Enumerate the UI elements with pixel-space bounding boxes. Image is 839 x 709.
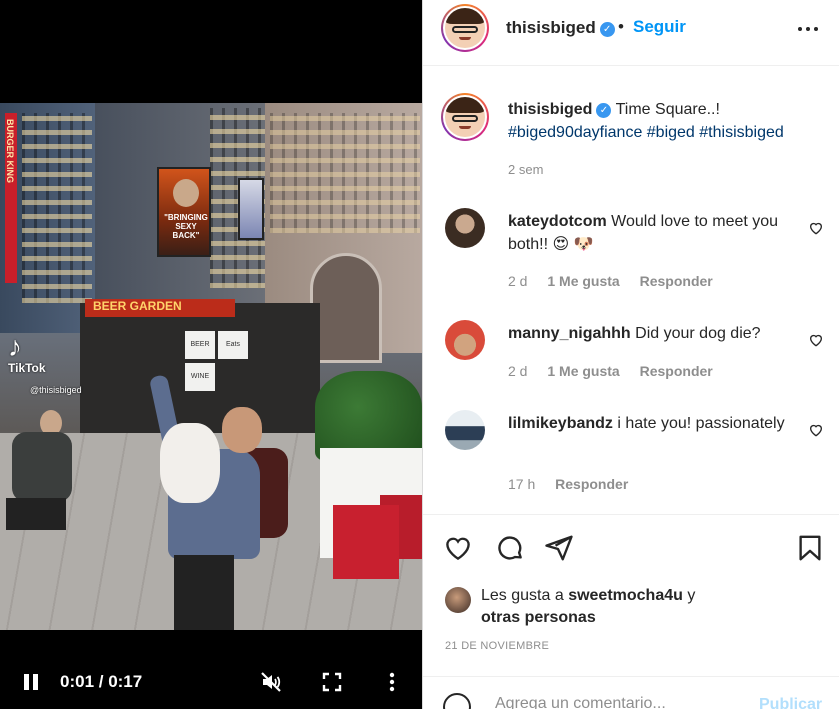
comment-time[interactable]: 17 h	[508, 476, 535, 492]
seated-man	[2, 408, 77, 533]
tiktok-user: @thisisbiged	[30, 385, 82, 395]
comment-meta: 17 h Responder	[508, 476, 644, 492]
commenter-username[interactable]: lilmikeybandz	[508, 415, 613, 432]
caption: thisisbiged ✓ Time Square..! #biged90dayf…	[423, 90, 839, 190]
commenter-avatar[interactable]	[445, 320, 485, 360]
heart-icon	[809, 334, 823, 347]
save-button[interactable]	[795, 533, 825, 563]
reply-button[interactable]: Responder	[640, 273, 713, 289]
post-sidebar: thisisbiged ✓ • Seguir thisisbiged ✓ Time …	[422, 0, 839, 709]
commenter-username[interactable]: kateydotcom	[508, 213, 607, 230]
liker-avatar[interactable]	[445, 587, 471, 613]
fullscreen-button[interactable]	[320, 670, 344, 694]
building-left-windows	[22, 113, 92, 303]
comment-likes[interactable]: 1 Me gusta	[547, 273, 619, 289]
mute-button[interactable]	[259, 670, 283, 694]
video-player[interactable]: BURGER KING "BRINGING SEXY BACK" BEER GA…	[0, 0, 422, 709]
comment-time[interactable]: 2 d	[508, 363, 527, 379]
time-display: 0:01 / 0:17	[60, 672, 143, 691]
comment-body: i hate you! passionately	[617, 415, 785, 432]
separator-dot: •	[618, 17, 624, 36]
comment-item: kateydotcom Would love to meet you both!…	[423, 208, 839, 303]
heart-icon	[809, 222, 823, 235]
verified-badge-icon: ✓	[599, 22, 615, 37]
comment-body: Did your dog die?	[635, 325, 761, 342]
paramount-arch	[310, 253, 382, 363]
bookmark-icon	[799, 535, 821, 561]
comment-button[interactable]	[495, 533, 525, 563]
comment-input[interactable]	[495, 695, 745, 709]
share-button[interactable]	[544, 533, 574, 563]
comment-bubble-icon	[498, 536, 522, 560]
like-button[interactable]	[443, 533, 473, 563]
kiosk-panel-wine: WINE	[185, 363, 215, 391]
reply-button[interactable]: Responder	[640, 363, 713, 379]
billboard-small	[238, 178, 264, 240]
comment-like-button[interactable]	[808, 332, 824, 348]
fullscreen-icon	[322, 672, 342, 692]
speaker-muted-icon	[261, 672, 281, 692]
tiktok-logo-icon: ♪	[8, 331, 22, 362]
commenter-avatar[interactable]	[445, 208, 485, 248]
red-bench	[333, 505, 399, 579]
more-dots-icon	[798, 27, 802, 31]
follow-button[interactable]: Seguir	[633, 17, 686, 37]
comment-item: manny_nigahhh Did your dog die? 2 d 1 Me…	[423, 320, 839, 400]
comment-text: manny_nigahhh Did your dog die?	[508, 322, 798, 345]
comment-time[interactable]: 2 d	[508, 273, 527, 289]
post-actions	[423, 514, 839, 581]
caption-timestamp[interactable]: 2 sem	[508, 162, 543, 177]
comment-meta: 2 d 1 Me gusta Responder	[508, 273, 729, 289]
tiktok-watermark: ♪ TikTok @thisisbiged	[8, 331, 82, 396]
billboard-face	[173, 179, 199, 207]
comment-text: kateydotcom Would love to meet you both!…	[508, 210, 798, 256]
post-options-button[interactable]	[795, 18, 821, 38]
caption-username[interactable]: thisisbiged	[508, 101, 592, 118]
kiosk-panel-beer: BEER	[185, 331, 215, 359]
likes-text: Les gusta a sweetmocha4u y otras persona…	[481, 587, 696, 626]
kiosk-sign: BEER GARDEN	[85, 299, 235, 317]
author-username[interactable]: thisisbiged ✓	[506, 18, 615, 38]
comment-likes[interactable]: 1 Me gusta	[547, 363, 619, 379]
vertical-dots-icon	[389, 672, 395, 692]
commenter-username[interactable]: manny_nigahhh	[508, 325, 631, 342]
comment-like-button[interactable]	[808, 220, 824, 236]
post-date[interactable]: 21 DE NOVIEMBRE	[445, 640, 549, 652]
heart-icon	[446, 537, 470, 561]
tiktok-brand: TikTok	[8, 361, 46, 375]
comment-meta: 2 d 1 Me gusta Responder	[508, 363, 729, 379]
caption-hashtags[interactable]: #biged90dayfiance #biged #thisisbiged	[508, 124, 784, 141]
caption-avatar[interactable]	[441, 93, 489, 141]
verified-badge-icon: ✓	[596, 103, 612, 118]
author-avatar[interactable]	[441, 4, 489, 52]
comment-composer: Publicar	[423, 676, 839, 709]
comment-item: lilmikeybandz i hate you! passionately 1…	[423, 410, 839, 500]
caption-body: Time Square..!	[615, 101, 720, 118]
video-controls: 0:01 / 0:17	[0, 660, 422, 704]
reply-button[interactable]: Responder	[555, 476, 628, 492]
billboard: "BRINGING SEXY BACK"	[157, 167, 211, 257]
post-header: thisisbiged ✓ • Seguir	[423, 0, 839, 66]
pause-button[interactable]	[22, 674, 40, 690]
kiosk-panel-eats: Eats	[218, 331, 248, 359]
video-more-options-button[interactable]	[380, 670, 404, 694]
commenter-avatar[interactable]	[445, 410, 485, 450]
author-username-text[interactable]: thisisbiged	[506, 18, 596, 37]
other-likers-link[interactable]: otras personas	[481, 609, 596, 626]
caption-text: thisisbiged ✓ Time Square..! #biged90dayf…	[508, 98, 828, 144]
heart-icon	[809, 424, 823, 437]
building-right-windows	[270, 113, 420, 233]
emoji-picker-button[interactable]	[443, 693, 471, 709]
white-dog	[160, 423, 220, 503]
video-frame[interactable]: BURGER KING "BRINGING SEXY BACK" BEER GA…	[0, 103, 422, 630]
paper-plane-icon	[545, 535, 573, 561]
publish-button[interactable]: Publicar	[759, 696, 822, 709]
liker-username[interactable]: sweetmocha4u	[568, 587, 683, 604]
comment-like-button[interactable]	[808, 422, 824, 438]
comment-text: lilmikeybandz i hate you! passionately	[508, 412, 798, 435]
billboard-text: "BRINGING SEXY BACK"	[164, 213, 208, 240]
vertical-neon-sign: BURGER KING	[5, 113, 17, 283]
